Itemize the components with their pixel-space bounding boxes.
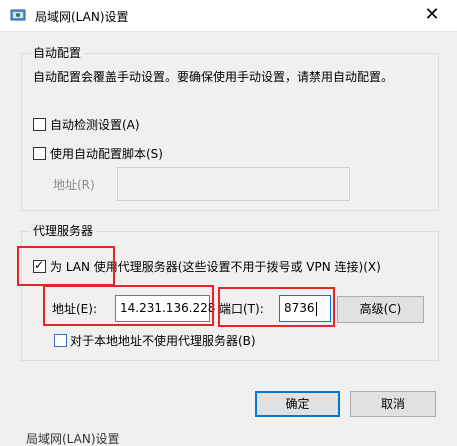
use-proxy-checkbox[interactable]: ✓ xyxy=(33,258,46,273)
auto-detect-checkbox[interactable] xyxy=(33,118,46,131)
close-button[interactable]: ✕ xyxy=(413,0,451,30)
use-script-label[interactable]: 使用自动配置脚本(S) xyxy=(50,147,163,161)
checkmark-icon: ✓ xyxy=(34,258,45,272)
use-proxy-label[interactable]: 为 LAN 使用代理服务器(这些设置不用于拨号或 VPN 连接)(X) xyxy=(50,260,381,274)
auto-detect-label[interactable]: 自动检测设置(A) xyxy=(50,118,140,132)
advanced-button[interactable]: 高级(C) xyxy=(337,296,424,323)
script-address-label: 地址(R) xyxy=(53,178,95,192)
cancel-button[interactable]: 取消 xyxy=(350,391,436,417)
proxy-address-label: 地址(E): xyxy=(52,302,97,316)
bypass-local-label[interactable]: 对于本地地址不使用代理服务器(B) xyxy=(70,334,256,348)
bypass-local-checkbox[interactable] xyxy=(54,334,67,347)
auto-config-description: 自动配置会覆盖手动设置。要确保使用手动设置，请禁用自动配置。 xyxy=(33,70,394,84)
network-settings-icon xyxy=(10,9,26,21)
proxy-address-field[interactable]: 14.231.136.228 xyxy=(115,295,215,322)
auto-config-group-label: 自动配置 xyxy=(30,46,85,60)
proxy-port-label: 端口(T): xyxy=(219,302,264,316)
proxy-group-label: 代理服务器 xyxy=(30,224,97,238)
ok-button-label: 确定 xyxy=(285,397,310,411)
use-script-checkbox[interactable] xyxy=(33,147,46,160)
script-address-field[interactable] xyxy=(117,167,350,201)
background-window-title: 局域网(LAN)设置 xyxy=(26,432,120,446)
cancel-button-label: 取消 xyxy=(380,397,405,411)
proxy-port-field[interactable]: 8736 xyxy=(279,295,331,322)
proxy-port-value: 8736 xyxy=(284,301,315,315)
advanced-button-label: 高级(C) xyxy=(359,302,402,316)
window-title: 局域网(LAN)设置 xyxy=(35,10,129,24)
close-icon: ✕ xyxy=(424,4,440,25)
ok-button[interactable]: 确定 xyxy=(255,391,340,417)
text-caret xyxy=(315,301,317,316)
title-bar: 局域网(LAN)设置 ✕ xyxy=(0,0,457,32)
